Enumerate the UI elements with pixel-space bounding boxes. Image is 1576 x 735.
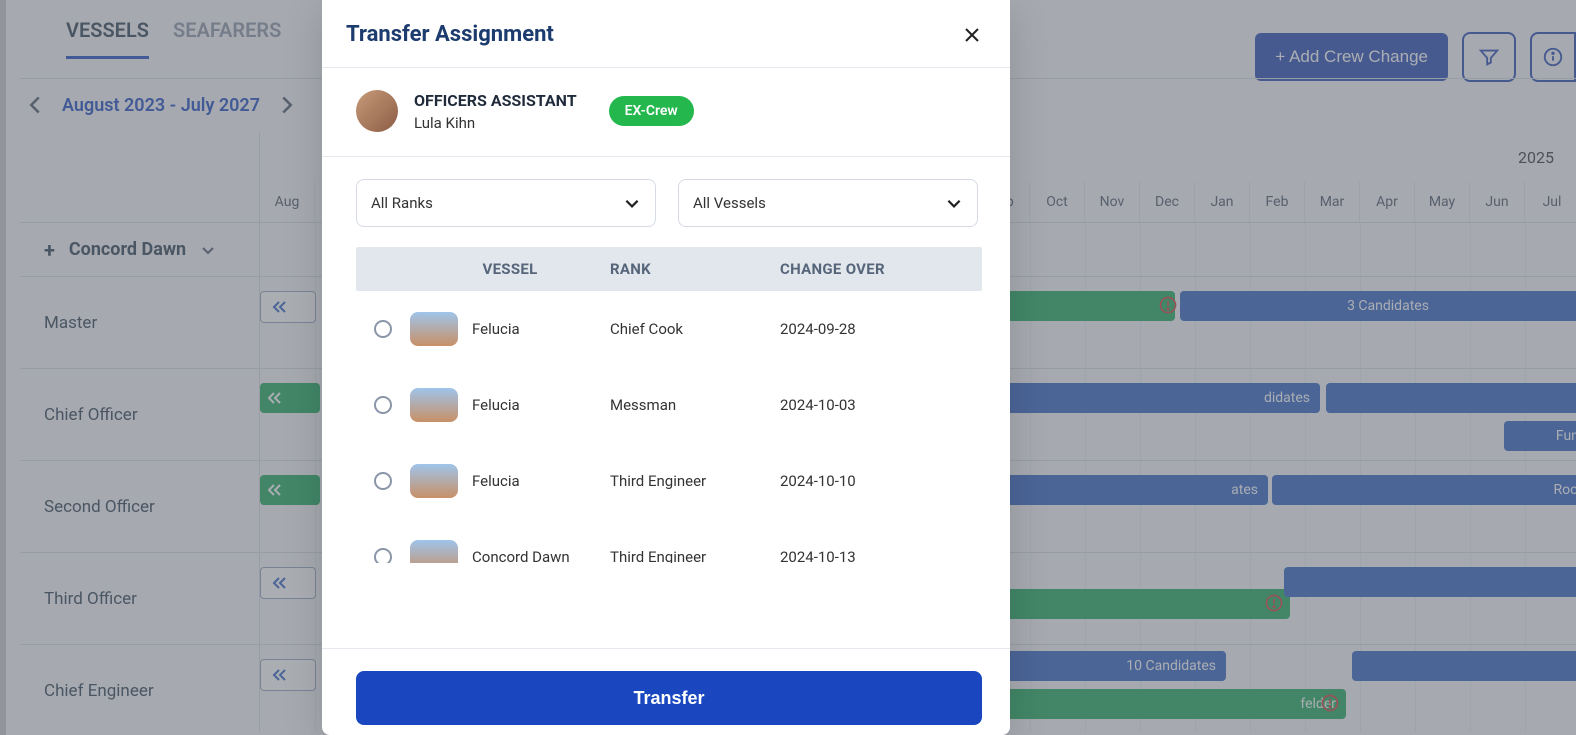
rank-filter-select[interactable]: All Ranks [356,179,656,227]
radio-option[interactable] [374,472,392,490]
date-cell: 2024-09-28 [780,320,982,338]
rank-cell: Chief Cook [610,320,780,338]
radio-option[interactable] [374,548,392,563]
vessel-thumbnail [410,540,458,563]
radio-option[interactable] [374,320,392,338]
date-cell: 2024-10-13 [780,548,982,563]
radio-option[interactable] [374,396,392,414]
vessel-name: Felucia [472,320,520,338]
person-name: Lula Kihn [414,114,577,132]
person-role: OFFICERS ASSISTANT [414,91,577,110]
table-row[interactable]: Concord Dawn Third Engineer 2024-10-13 [356,519,982,563]
rank-cell: Third Engineer [610,548,780,563]
close-icon [962,25,982,45]
close-button[interactable] [962,25,982,45]
vessel-name: Felucia [472,472,520,490]
person-block: OFFICERS ASSISTANT Lula Kihn EX-Crew [322,68,1010,157]
chevron-down-icon [945,194,963,212]
vessel-name: Concord Dawn [472,548,570,563]
rank-filter-value: All Ranks [371,194,433,212]
table-row[interactable]: Felucia Messman 2024-10-03 [356,367,982,443]
vessel-thumbnail [410,312,458,346]
vessel-filter-select[interactable]: All Vessels [678,179,978,227]
col-vessel: VESSEL [410,260,610,278]
col-date: CHANGE OVER [780,260,982,278]
avatar [356,90,398,132]
date-cell: 2024-10-03 [780,396,982,414]
status-badge: EX-Crew [609,96,694,126]
table-row[interactable]: Felucia Third Engineer 2024-10-10 [356,443,982,519]
chevron-down-icon [623,194,641,212]
rank-cell: Messman [610,396,780,414]
vessel-thumbnail [410,388,458,422]
rank-cell: Third Engineer [610,472,780,490]
transfer-assignment-modal: Transfer Assignment OFFICERS ASSISTANT L… [322,0,1010,735]
col-rank: RANK [610,260,780,278]
table-body[interactable]: Felucia Chief Cook 2024-09-28 Felucia Me… [356,291,982,563]
date-cell: 2024-10-10 [780,472,982,490]
table-header: VESSEL RANK CHANGE OVER [356,247,982,291]
transfer-button[interactable]: Transfer [356,671,982,725]
table-row[interactable]: Felucia Chief Cook 2024-09-28 [356,291,982,367]
vessel-thumbnail [410,464,458,498]
vessel-filter-value: All Vessels [693,194,766,212]
vessel-name: Felucia [472,396,520,414]
modal-title: Transfer Assignment [346,22,554,47]
